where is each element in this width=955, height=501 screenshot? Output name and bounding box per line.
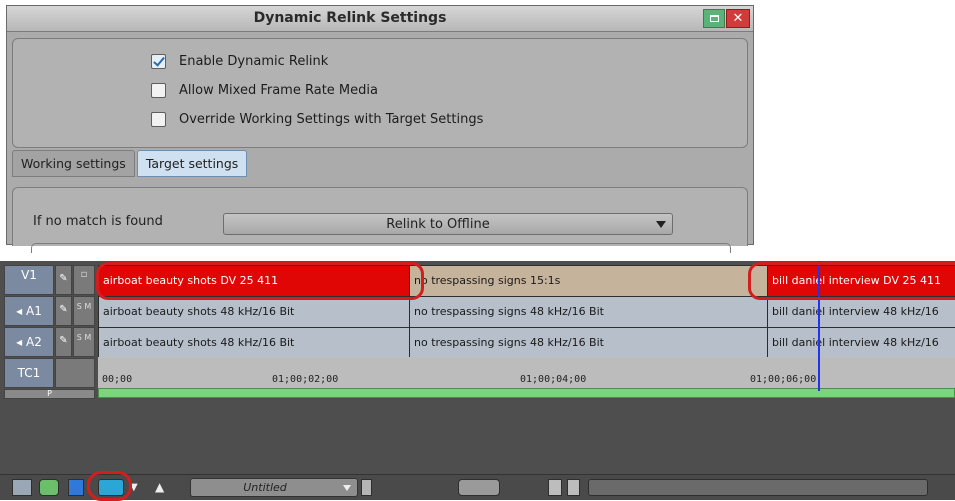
target-settings-panel: If no match is found Relink to Offline bbox=[12, 187, 748, 253]
track-p-label: P bbox=[4, 389, 95, 399]
track-a2-row: airboat beauty shots 48 kHz/16 Bit no tr… bbox=[98, 327, 955, 358]
position-bar[interactable] bbox=[98, 388, 955, 398]
timecode-label: 01;00;06;00 bbox=[750, 374, 817, 385]
scroll-left-icon[interactable] bbox=[567, 479, 580, 496]
timeline-scrollbar[interactable] bbox=[588, 479, 928, 496]
zoom-slider[interactable] bbox=[458, 479, 500, 496]
no-match-label: If no match is found bbox=[33, 214, 163, 229]
timeline-toolbar: ▼ ▲ Untitled bbox=[0, 471, 955, 501]
video-monitor-icon[interactable] bbox=[39, 479, 59, 496]
enable-dynamic-relink-option[interactable]: Enable Dynamic Relink bbox=[151, 51, 328, 71]
track-a1-edit-icon[interactable]: ✎ bbox=[55, 296, 72, 326]
options-group: Enable Dynamic Relink Allow Mixed Frame … bbox=[12, 38, 748, 148]
override-working-settings-option[interactable]: Override Working Settings with Target Se… bbox=[151, 109, 483, 129]
no-match-dropdown[interactable]: Relink to Offline bbox=[223, 213, 673, 235]
track-a2-solo-mute[interactable]: S M bbox=[73, 327, 95, 357]
highlight-circle bbox=[748, 262, 955, 300]
dynamic-relink-dialog: Dynamic Relink Settings ✕ Enable Dynamic… bbox=[6, 5, 754, 253]
tab-target-settings[interactable]: Target settings bbox=[136, 150, 248, 177]
clip-airboat-audio-a2[interactable]: airboat beauty shots 48 kHz/16 Bit bbox=[98, 328, 409, 358]
sequence-name: Untitled bbox=[243, 481, 287, 494]
track-tc1-spacer bbox=[55, 358, 95, 388]
dialog-title: Dynamic Relink Settings bbox=[253, 10, 447, 26]
enable-dynamic-relink-checkbox[interactable] bbox=[151, 53, 166, 69]
clip-airboat-audio-a1[interactable]: airboat beauty shots 48 kHz/16 Bit bbox=[98, 297, 409, 327]
override-working-settings-checkbox[interactable] bbox=[151, 111, 166, 127]
dialog-titlebar[interactable]: Dynamic Relink Settings ✕ bbox=[7, 6, 753, 32]
allow-mixed-frame-rate-option[interactable]: Allow Mixed Frame Rate Media bbox=[151, 80, 378, 100]
clip-trespassing-video[interactable]: no trespassing signs 15:1s bbox=[409, 266, 767, 296]
track-v1-monitor-icon[interactable]: ▫ bbox=[73, 265, 95, 295]
maximize-button[interactable] bbox=[703, 9, 725, 28]
dropdown-arrow-icon bbox=[656, 221, 666, 228]
up-arrow-icon[interactable]: ▲ bbox=[155, 479, 167, 496]
timecode-label: 00;00 bbox=[102, 374, 133, 385]
timecode-track[interactable]: 00;00 01;00;02;00 01;00;04;00 01;00;06;0… bbox=[98, 357, 955, 391]
highlight-circle bbox=[96, 262, 424, 300]
track-tc1-selector[interactable]: TC1 bbox=[4, 358, 54, 388]
highlight-circle bbox=[87, 471, 132, 501]
clip-interview-audio-a1[interactable]: bill daniel interview 48 kHz/16 bbox=[767, 297, 955, 327]
option-label: Override Working Settings with Target Se… bbox=[179, 111, 484, 127]
track-a2-edit-icon[interactable]: ✎ bbox=[55, 327, 72, 357]
timeline-panel: V1 ✎ ▫ ◂ A1 ✎ S M ◂ A2 ✎ S M TC1 P airbo… bbox=[0, 261, 955, 500]
track-v1-edit-icon[interactable]: ✎ bbox=[55, 265, 72, 295]
sequence-name-menu[interactable]: Untitled bbox=[190, 478, 358, 497]
focus-icon[interactable] bbox=[548, 479, 562, 496]
tab-working-settings[interactable]: Working settings bbox=[12, 150, 135, 177]
option-label: Enable Dynamic Relink bbox=[179, 53, 329, 69]
close-button[interactable]: ✕ bbox=[726, 9, 750, 28]
clip-interview-audio-a2[interactable]: bill daniel interview 48 kHz/16 bbox=[767, 328, 955, 358]
sequence-dropdown-icon bbox=[343, 485, 351, 491]
track-a1-solo-mute[interactable]: S M bbox=[73, 296, 95, 326]
maximize-icon bbox=[710, 15, 719, 22]
timecode-label: 01;00;04;00 bbox=[520, 374, 587, 385]
track-a1-row: airboat beauty shots 48 kHz/16 Bit no tr… bbox=[98, 296, 955, 327]
timecode-label: 01;00;02;00 bbox=[272, 374, 339, 385]
display-toggle-icon[interactable] bbox=[12, 479, 32, 496]
inner-group-box bbox=[31, 243, 731, 253]
track-a1-selector[interactable]: ◂ A1 bbox=[4, 296, 54, 326]
no-match-value: Relink to Offline bbox=[386, 217, 490, 232]
clip-trespassing-audio-a1[interactable]: no trespassing signs 48 kHz/16 Bit bbox=[409, 297, 767, 327]
track-a2-selector[interactable]: ◂ A2 bbox=[4, 327, 54, 357]
track-v1-selector[interactable]: V1 bbox=[4, 265, 54, 295]
clip-trespassing-audio-a2[interactable]: no trespassing signs 48 kHz/16 Bit bbox=[409, 328, 767, 358]
record-monitor-icon[interactable] bbox=[68, 479, 84, 496]
option-label: Allow Mixed Frame Rate Media bbox=[179, 82, 378, 98]
settings-tabs: Working settings Target settings bbox=[12, 150, 249, 178]
allow-mixed-frame-rate-checkbox[interactable] bbox=[151, 82, 166, 98]
lock-track-icon[interactable] bbox=[361, 479, 372, 496]
